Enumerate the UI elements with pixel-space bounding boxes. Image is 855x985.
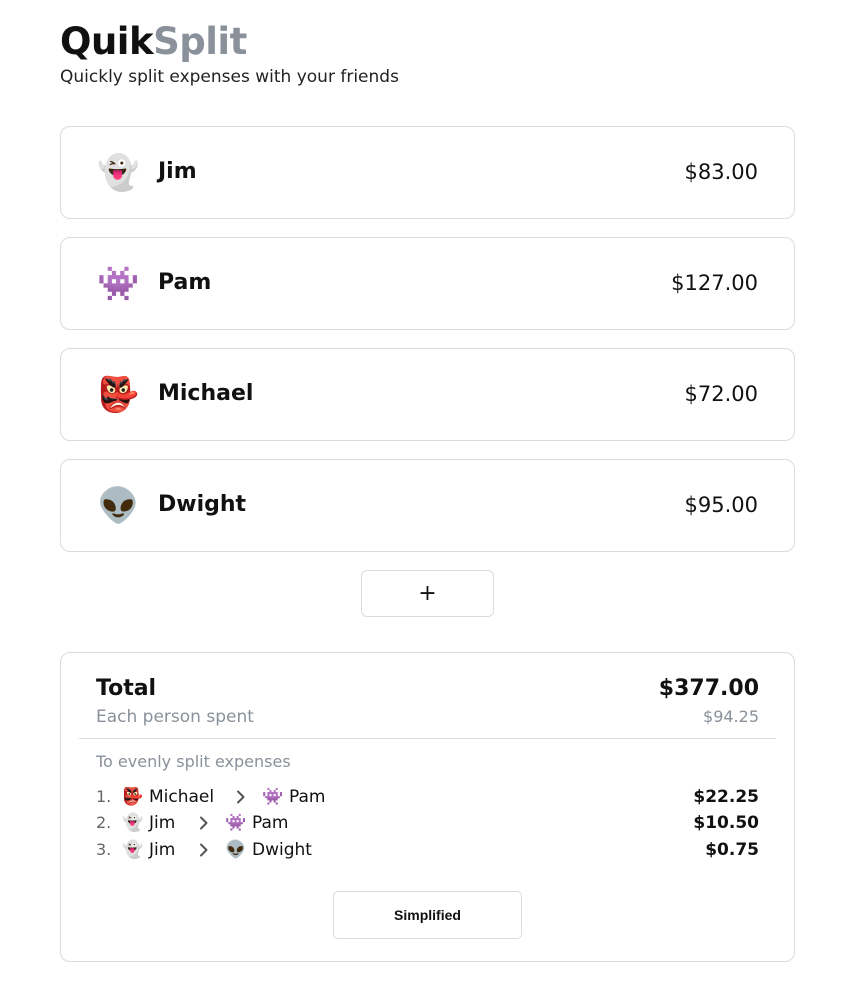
space-invader-icon[interactable]: 👾 bbox=[97, 263, 139, 305]
person-amount[interactable]: $72.00 bbox=[685, 379, 758, 409]
payer-name: Michael bbox=[149, 787, 215, 807]
row-number: 1. bbox=[96, 787, 112, 806]
payer-name: Jim bbox=[149, 813, 176, 833]
goblin-mask-icon[interactable]: 👺 bbox=[97, 374, 139, 416]
ghost-icon: 👻 bbox=[122, 813, 144, 833]
divider bbox=[79, 738, 776, 739]
simplified-toggle-button[interactable]: Simplified bbox=[333, 891, 522, 939]
alien-icon: 👽 bbox=[225, 840, 247, 860]
person-name[interactable]: Michael bbox=[158, 379, 253, 409]
payee-name: Pam bbox=[289, 787, 326, 807]
logo-part-quik: Quik bbox=[60, 20, 154, 63]
person-name[interactable]: Dwight bbox=[158, 490, 246, 520]
payee-name: Pam bbox=[252, 813, 289, 833]
settlement-row: 2. 👻 Jim 👾 Pam $10.50 bbox=[96, 811, 759, 835]
person-card-jim[interactable]: 👻 Jim $83.00 bbox=[60, 126, 795, 219]
person-card-michael[interactable]: 👺 Michael $72.00 bbox=[60, 348, 795, 441]
chevron-right-icon bbox=[200, 816, 208, 830]
person-card-pam[interactable]: 👾 Pam $127.00 bbox=[60, 237, 795, 330]
settlement-row: 3. 👻 Jim 👽 Dwight $0.75 bbox=[96, 838, 759, 862]
app: QuikSplit Quickly split expenses with yo… bbox=[0, 0, 855, 985]
space-invader-icon: 👾 bbox=[262, 787, 284, 807]
ghost-icon[interactable]: 👻 bbox=[97, 152, 139, 194]
person-name[interactable]: Jim bbox=[158, 157, 197, 187]
space-invader-icon: 👾 bbox=[225, 813, 247, 833]
person-amount[interactable]: $127.00 bbox=[671, 268, 758, 298]
person-name[interactable]: Pam bbox=[158, 268, 211, 298]
logo-part-split: Split bbox=[153, 20, 247, 63]
alien-icon[interactable]: 👽 bbox=[97, 485, 139, 527]
row-number: 2. bbox=[96, 813, 112, 832]
add-person-button[interactable]: + bbox=[361, 570, 494, 617]
ghost-icon: 👻 bbox=[122, 840, 144, 860]
person-amount[interactable]: $95.00 bbox=[685, 490, 758, 520]
goblin-mask-icon: 👺 bbox=[122, 787, 144, 807]
summary-card: Total $377.00 Each person spent $94.25 T… bbox=[60, 652, 795, 962]
total-amount: $377.00 bbox=[658, 676, 759, 701]
settlement-amount: $22.25 bbox=[693, 787, 759, 807]
chevron-right-icon bbox=[200, 843, 208, 857]
settlement-row: 1. 👺 Michael 👾 Pam $22.25 bbox=[96, 785, 759, 809]
tagline: Quickly split expenses with your friends bbox=[60, 67, 399, 87]
settlement-amount: $0.75 bbox=[705, 840, 759, 860]
payee-name: Dwight bbox=[252, 840, 312, 860]
payer-name: Jim bbox=[149, 840, 176, 860]
each-person-amount: $94.25 bbox=[703, 707, 759, 726]
person-card-dwight[interactable]: 👽 Dwight $95.00 bbox=[60, 459, 795, 552]
split-title: To evenly split expenses bbox=[96, 752, 291, 771]
person-amount[interactable]: $83.00 bbox=[685, 157, 758, 187]
total-label: Total bbox=[96, 676, 157, 701]
row-number: 3. bbox=[96, 840, 112, 859]
app-logo: QuikSplit bbox=[60, 18, 247, 66]
each-person-label: Each person spent bbox=[96, 707, 254, 727]
settlement-amount: $10.50 bbox=[693, 813, 759, 833]
chevron-right-icon bbox=[237, 790, 245, 804]
